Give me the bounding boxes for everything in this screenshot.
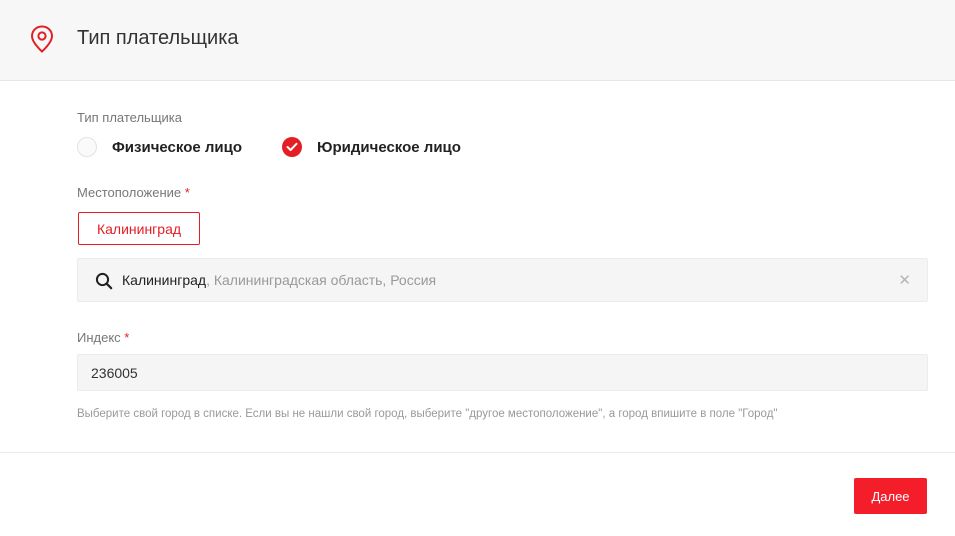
radio-checked-icon[interactable] (282, 137, 303, 157)
map-pin-icon (30, 25, 54, 53)
checkmark-icon (286, 142, 298, 151)
required-mark: * (184, 185, 190, 200)
payer-type-radio-group: Физическое лицо Юридическое лицо (77, 136, 461, 158)
location-hint: Выберите свой город в списке. Если вы не… (77, 408, 778, 420)
radio-unchecked-icon[interactable] (77, 137, 97, 157)
next-button[interactable]: Далее (854, 478, 927, 514)
payer-type-label: Тип плательщика (77, 110, 182, 125)
index-input[interactable] (77, 354, 928, 391)
search-value[interactable]: Калининград, Калининградская область, Ро… (122, 272, 436, 288)
search-icon (95, 272, 113, 290)
location-search-input[interactable]: Калининград, Калининградская область, Ро… (77, 258, 928, 302)
location-label: Местоположение * (77, 185, 190, 200)
page-title: Тип плательщика (77, 27, 239, 49)
radio-legal-entity-label[interactable]: Юридическое лицо (317, 139, 461, 156)
radio-individual[interactable]: Физическое лицо (77, 137, 242, 157)
section-header: Тип плательщика (0, 0, 955, 81)
radio-legal-entity[interactable]: Юридическое лицо (282, 137, 461, 157)
search-value-city: Калининград (122, 272, 207, 288)
location-label-text: Местоположение (77, 185, 182, 200)
divider (0, 452, 955, 453)
index-label-text: Индекс (77, 330, 121, 345)
radio-individual-label[interactable]: Физическое лицо (112, 139, 242, 156)
required-mark: * (124, 330, 130, 345)
close-icon[interactable]: ✕ (898, 271, 911, 289)
search-value-region: , Калининградская область, Россия (206, 272, 437, 288)
index-label: Индекс * (77, 330, 129, 345)
selected-city-chip[interactable]: Калининград (78, 212, 200, 245)
